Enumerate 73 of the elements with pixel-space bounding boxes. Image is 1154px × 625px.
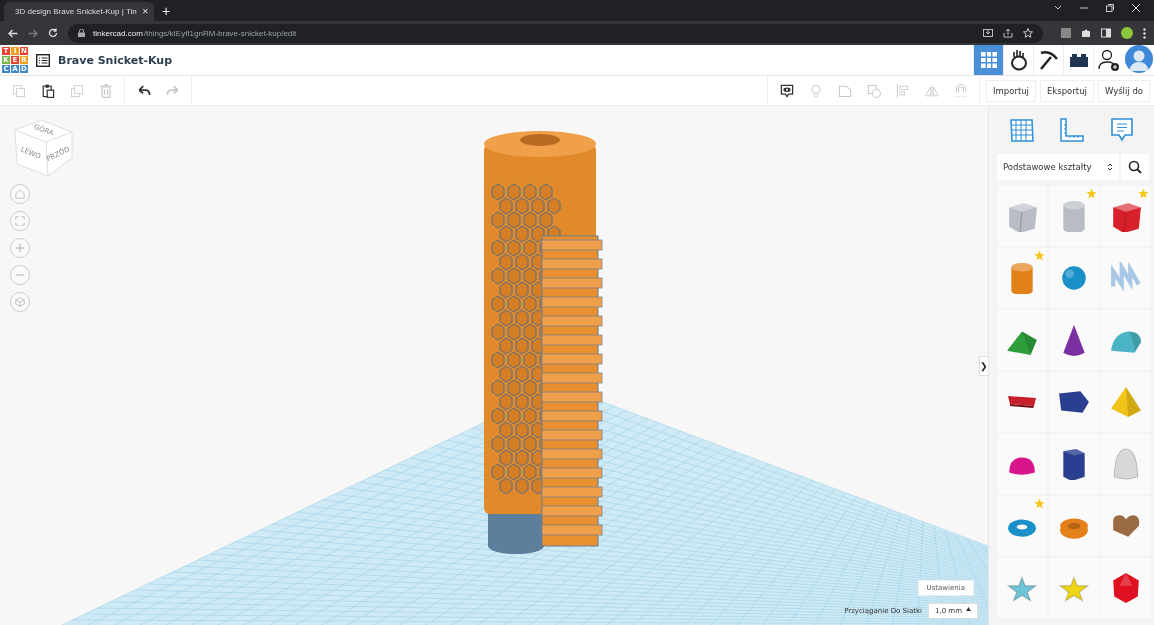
magnet-icon bbox=[952, 82, 969, 99]
add-user-icon bbox=[1097, 49, 1120, 71]
shape-tile[interactable] bbox=[1101, 186, 1151, 246]
home-icon bbox=[13, 187, 27, 201]
reload-icon[interactable] bbox=[48, 28, 58, 38]
shape-tile[interactable] bbox=[1049, 186, 1099, 246]
action-button[interactable]: Importuj bbox=[986, 79, 1036, 102]
delete-icon bbox=[97, 82, 114, 99]
address-bar[interactable]: tinkercad.com/things/kIEyfI1gnRM-brave-snicket-kup/edit bbox=[68, 23, 1043, 43]
lock-icon bbox=[78, 29, 85, 37]
ungroup-icon bbox=[865, 82, 882, 99]
sort-arrows-icon bbox=[1107, 162, 1113, 172]
note-icon[interactable] bbox=[1109, 117, 1134, 143]
shape-tile[interactable] bbox=[1049, 434, 1099, 494]
shape-tile[interactable] bbox=[997, 186, 1047, 246]
forward-icon[interactable] bbox=[28, 28, 38, 38]
new-tab-button[interactable]: + bbox=[162, 3, 171, 19]
chevron-down-icon[interactable] bbox=[1054, 3, 1062, 12]
side-panel-icon[interactable] bbox=[1101, 28, 1111, 38]
fit-icon bbox=[13, 214, 27, 228]
share-icon[interactable] bbox=[1003, 28, 1013, 38]
shape-tile[interactable] bbox=[997, 310, 1047, 370]
menu-icon[interactable] bbox=[36, 53, 50, 67]
url-host: tinkercad.com bbox=[93, 28, 143, 38]
shape-tile[interactable] bbox=[1049, 496, 1099, 556]
more-icon[interactable] bbox=[1143, 27, 1146, 39]
back-icon[interactable] bbox=[8, 28, 18, 38]
shape-tile[interactable] bbox=[997, 558, 1047, 618]
shape-tile[interactable] bbox=[1101, 372, 1151, 432]
copy-icon bbox=[10, 82, 27, 99]
align-icon bbox=[894, 82, 911, 99]
browser-tab[interactable]: 3D design Brave Snicket-Kup | Tin ✕ bbox=[4, 2, 154, 21]
url-path: /things/kIEyfI1gnRM-brave-snicket-kup/edit bbox=[143, 28, 297, 38]
pickaxe-icon bbox=[1037, 49, 1060, 71]
hand-icon bbox=[1008, 49, 1029, 71]
caret-up-icon bbox=[966, 607, 971, 611]
close-icon[interactable] bbox=[1132, 3, 1140, 12]
action-button[interactable]: Wyślij do bbox=[1097, 79, 1150, 102]
shape-tile[interactable] bbox=[997, 248, 1047, 308]
shape-tile[interactable] bbox=[1101, 496, 1151, 556]
shape-tile[interactable] bbox=[1101, 310, 1151, 370]
close-tab-button[interactable]: ✕ bbox=[141, 7, 149, 16]
search-icon bbox=[1128, 160, 1142, 174]
grid-plane-icon[interactable] bbox=[1009, 117, 1036, 143]
shape-tile[interactable] bbox=[1101, 248, 1151, 308]
bookmark-star-icon[interactable] bbox=[1023, 28, 1033, 38]
mirror-icon bbox=[923, 82, 940, 99]
grid-icon bbox=[979, 51, 998, 69]
ruler-icon[interactable] bbox=[1059, 117, 1086, 143]
action-button[interactable]: Eksportuj bbox=[1040, 79, 1094, 102]
shape-tile[interactable] bbox=[1049, 310, 1099, 370]
perspective-icon bbox=[13, 295, 27, 309]
puzzle-icon[interactable] bbox=[1081, 28, 1091, 38]
search-button[interactable] bbox=[1121, 154, 1149, 180]
restore-icon[interactable] bbox=[1106, 3, 1114, 12]
profile-avatar[interactable] bbox=[1121, 27, 1133, 39]
tab-title: 3D design Brave Snicket-Kup | Tin bbox=[15, 7, 137, 16]
shape-tile[interactable] bbox=[1049, 248, 1099, 308]
shape-tile[interactable] bbox=[1101, 434, 1151, 494]
shape-tile[interactable] bbox=[997, 496, 1047, 556]
zoom-in-icon bbox=[13, 241, 27, 255]
note-icon bbox=[778, 82, 795, 99]
shape-library-dropdown[interactable]: Podstawowe kształty bbox=[997, 154, 1119, 180]
shape-tile[interactable] bbox=[1101, 558, 1151, 618]
install-icon[interactable] bbox=[983, 28, 993, 38]
user-avatar[interactable] bbox=[1125, 45, 1153, 73]
shape-tile[interactable] bbox=[1049, 558, 1099, 618]
design-title[interactable]: Brave Snicket-Kup bbox=[58, 53, 173, 67]
shape-tile[interactable] bbox=[997, 434, 1047, 494]
duplicate-icon bbox=[68, 82, 85, 99]
shape-tile[interactable] bbox=[997, 372, 1047, 432]
shape-tile[interactable] bbox=[1049, 372, 1099, 432]
brick-icon bbox=[1068, 52, 1089, 68]
